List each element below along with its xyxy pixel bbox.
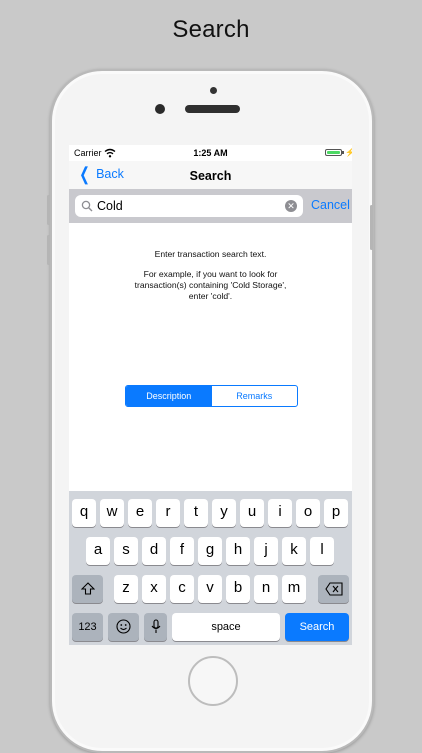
key-j[interactable]: j [254,537,278,565]
clear-icon[interactable]: ✕ [285,200,297,212]
key-b[interactable]: b [226,575,250,603]
key-h[interactable]: h [226,537,250,565]
front-camera [155,104,165,114]
search-scope-segmented-control: Description Remarks [125,385,298,407]
key-x[interactable]: x [142,575,166,603]
key-i[interactable]: i [268,499,292,527]
delete-icon [324,582,343,596]
key-e[interactable]: e [128,499,152,527]
battery-icon [325,149,342,156]
key-d[interactable]: d [142,537,166,565]
key-k[interactable]: k [282,537,306,565]
nav-title: Search [189,169,232,183]
shift-icon [80,582,95,595]
delete-key[interactable] [318,575,349,603]
key-m[interactable]: m [282,575,306,603]
status-time: 1:25 AM [193,148,228,158]
help-text-line-4: enter 'cold'. [188,291,233,301]
key-g[interactable]: g [198,537,222,565]
cancel-button[interactable]: Cancel [311,198,350,212]
status-bar: Carrier 1:25 AM ⚡ [69,145,352,161]
earpiece-speaker [185,105,240,113]
microphone-key[interactable] [144,613,167,641]
navigation-bar: ❮ Back Search [69,161,352,189]
search-field[interactable]: ✕ [75,195,303,217]
volume-up-button [47,195,50,225]
emoji-icon [116,619,131,634]
search-input[interactable] [97,197,277,215]
key-z[interactable]: z [114,575,138,603]
front-sensor [210,87,217,94]
volume-down-button [47,235,50,265]
numbers-key[interactable]: 123 [72,613,103,641]
shift-key[interactable] [72,575,103,603]
page-headline: Search [172,16,250,43]
home-button[interactable] [188,656,238,706]
key-w[interactable]: w [100,499,124,527]
space-key[interactable]: space [172,613,280,641]
help-text-line-1: Enter transaction search text. [154,249,267,259]
key-s[interactable]: s [114,537,138,565]
key-o[interactable]: o [296,499,320,527]
app-screen: Carrier 1:25 AM ⚡ ❮ Back Search ✕ Cancel… [69,145,352,645]
keyboard: 123 space Search qwertyuiop asdfghjkl zxcv… [69,491,352,645]
key-q[interactable]: q [72,499,96,527]
key-p[interactable]: p [324,499,348,527]
key-c[interactable]: c [170,575,194,603]
key-f[interactable]: f [170,537,194,565]
help-text-line-2: For example, if you want to look for [143,269,278,279]
microphone-icon [151,619,160,633]
charging-icon: ⚡ [345,148,352,157]
help-text-line-3: transaction(s) containing 'Cold Storage'… [134,280,287,290]
segment-remarks[interactable]: Remarks [212,386,298,406]
key-r[interactable]: r [156,499,180,527]
search-key[interactable]: Search [285,613,349,641]
segment-description[interactable]: Description [126,386,212,406]
key-l[interactable]: l [310,537,334,565]
emoji-key[interactable] [108,613,139,641]
key-a[interactable]: a [86,537,110,565]
key-t[interactable]: t [184,499,208,527]
key-y[interactable]: y [212,499,236,527]
key-v[interactable]: v [198,575,222,603]
key-n[interactable]: n [254,575,278,603]
battery-tip [342,151,344,154]
key-u[interactable]: u [240,499,264,527]
search-bar: ✕ Cancel [69,189,352,223]
search-icon [81,200,93,212]
power-button [370,205,373,250]
